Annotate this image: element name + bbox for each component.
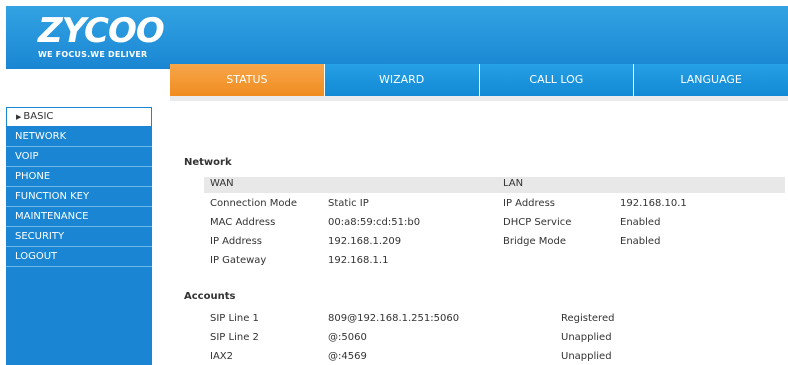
wan-connection-mode-label: Connection Mode bbox=[210, 198, 298, 209]
logo-mark: ZYCOO bbox=[38, 11, 165, 51]
account-line-address: 809@192.168.1.251:5060 bbox=[328, 313, 460, 324]
lan-dhcp-service-value: Enabled bbox=[620, 217, 661, 228]
wan-mac-address-value: 00:a8:59:cd:51:b0 bbox=[328, 217, 421, 228]
sidebar-item-logout[interactable]: LOGOUT bbox=[6, 247, 152, 267]
sidebar-item-phone[interactable]: PHONE bbox=[6, 167, 152, 187]
lan-ip-address-label: IP Address bbox=[503, 198, 555, 209]
sidebar-item-voip[interactable]: VOIP bbox=[6, 147, 152, 167]
tab-language[interactable]: LANGUAGE bbox=[633, 64, 788, 96]
sidebar-item-network[interactable]: NETWORK bbox=[6, 127, 152, 147]
header-banner: ZYCOO WE FOCUS.WE DELIVER bbox=[6, 6, 788, 69]
account-line-status: Unapplied bbox=[561, 332, 612, 343]
tab-call-log[interactable]: CALL LOG bbox=[478, 64, 634, 96]
wan-ip-gateway-label: IP Gateway bbox=[210, 255, 267, 266]
tab-wizard[interactable]: WIZARD bbox=[323, 64, 479, 96]
wan-label: WAN bbox=[210, 178, 234, 189]
accounts-section-title: Accounts bbox=[184, 291, 236, 302]
wan-connection-mode-value: Static IP bbox=[328, 198, 369, 209]
lan-bridge-mode-label: Bridge Mode bbox=[503, 236, 567, 247]
sidebar-item-label: BASIC bbox=[23, 111, 54, 122]
lan-label: LAN bbox=[503, 178, 524, 189]
account-line-label: SIP Line 1 bbox=[210, 313, 259, 324]
lan-ip-address-value: 192.168.10.1 bbox=[620, 198, 687, 209]
logo-tagline: WE FOCUS.WE DELIVER bbox=[38, 50, 148, 59]
account-line-status: Unapplied bbox=[561, 351, 612, 362]
lan-bridge-mode-value: Enabled bbox=[620, 236, 661, 247]
account-line-label: SIP Line 2 bbox=[210, 332, 259, 343]
sidebar: ▶ BASIC NETWORK VOIP PHONE FUNCTION KEY M… bbox=[6, 107, 152, 365]
triangle-right-icon: ▶ bbox=[16, 113, 22, 121]
lan-dhcp-service-label: DHCP Service bbox=[503, 217, 572, 228]
account-line-address: @:4569 bbox=[328, 351, 367, 362]
sidebar-item-security[interactable]: SECURITY bbox=[6, 227, 152, 247]
sidebar-item-maintenance[interactable]: MAINTENANCE bbox=[6, 207, 152, 227]
sidebar-item-function-key[interactable]: FUNCTION KEY bbox=[6, 187, 152, 207]
zycoo-logo: ZYCOO WE FOCUS.WE DELIVER bbox=[38, 11, 165, 59]
account-line-label: IAX2 bbox=[210, 351, 234, 362]
wan-mac-address-label: MAC Address bbox=[210, 217, 276, 228]
account-line-address: @:5060 bbox=[328, 332, 367, 343]
wan-ip-gateway-value: 192.168.1.1 bbox=[328, 255, 389, 266]
wan-ip-address-value: 192.168.1.209 bbox=[328, 236, 402, 247]
tab-status[interactable]: STATUS bbox=[170, 64, 324, 96]
account-line-status: Registered bbox=[561, 313, 615, 324]
sidebar-item-basic[interactable]: ▶ BASIC bbox=[6, 107, 152, 127]
network-section-title: Network bbox=[184, 157, 232, 168]
top-nav-tabs: STATUS WIZARD CALL LOG LANGUAGE bbox=[170, 64, 788, 96]
wan-lan-header: WAN LAN bbox=[204, 177, 785, 193]
wan-ip-address-label: IP Address bbox=[210, 236, 262, 247]
tab-underline bbox=[170, 96, 788, 101]
